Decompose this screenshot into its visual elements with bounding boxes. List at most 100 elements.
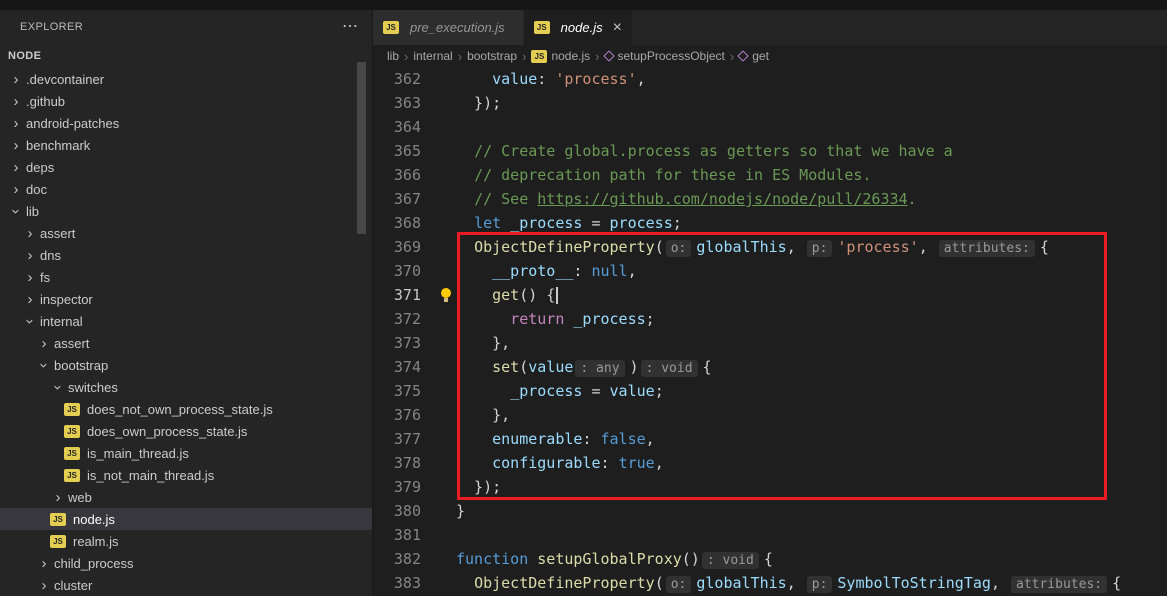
tree-item-inspector[interactable]: ›inspector <box>0 288 372 310</box>
tree-item-does_own_process_state.js[interactable]: JSdoes_own_process_state.js <box>0 420 372 442</box>
code-token: = <box>582 214 609 232</box>
more-actions-icon[interactable]: ⋯ <box>342 22 358 32</box>
tree-item-internal[interactable]: ›internal <box>0 310 372 332</box>
tab-pre_execution.js[interactable]: JSpre_execution.js <box>373 10 523 45</box>
code-line-text[interactable]: ObjectDefineProperty(o:globalThis, p:Sym… <box>456 571 1121 595</box>
tree-item-is_not_main_thread.js[interactable]: JSis_not_main_thread.js <box>0 464 372 486</box>
tab-node.js[interactable]: JSnode.js× <box>524 10 632 45</box>
tree-item-node.js[interactable]: JSnode.js <box>0 508 372 530</box>
code-line-text[interactable]: // deprecation path for these in ES Modu… <box>456 163 871 187</box>
tree-item-label: bootstrap <box>54 358 108 373</box>
breadcrumb-item-get[interactable]: get <box>739 49 769 63</box>
code-line-text[interactable]: configurable: true, <box>456 451 664 475</box>
code-token: . <box>908 190 917 208</box>
code-line-text[interactable]: }, <box>456 331 510 355</box>
tree-item-doc[interactable]: ›doc <box>0 178 372 200</box>
breadcrumb-item-node.js[interactable]: JSnode.js <box>531 49 590 63</box>
code-line-text[interactable]: function setupGlobalProxy(): void{ <box>456 547 773 571</box>
tree-item-deps[interactable]: ›deps <box>0 156 372 178</box>
tree-item-assert[interactable]: ›assert <box>0 222 372 244</box>
code-token: let <box>474 214 501 232</box>
code-token: // See <box>474 190 537 208</box>
code-token: , <box>919 238 937 256</box>
code-line-text[interactable]: set(value: any): void{ <box>456 355 712 379</box>
code-line-text[interactable]: ObjectDefineProperty(o:globalThis, p:'pr… <box>456 235 1049 259</box>
code-line-text[interactable]: // See https://github.com/nodejs/node/pu… <box>456 187 917 211</box>
code-token <box>456 358 492 376</box>
tree-item-switches[interactable]: ›switches <box>0 376 372 398</box>
glyph-margin <box>421 187 456 211</box>
sidebar-scrollbar[interactable] <box>357 62 366 234</box>
lightbulb-icon[interactable] <box>440 288 452 302</box>
code-line-text[interactable]: value: 'process', <box>456 67 646 91</box>
chevron-right-icon: › <box>730 49 734 64</box>
code-line-text[interactable]: }, <box>456 403 510 427</box>
code-token <box>456 238 474 256</box>
line-number: 378 <box>373 451 421 475</box>
tree-item-realm.js[interactable]: JS realm.js <box>0 530 372 552</box>
tree-item-.github[interactable]: ›.github <box>0 90 372 112</box>
code-line: 367 // See https://github.com/nodejs/nod… <box>373 187 1167 211</box>
breadcrumb-item-bootstrap[interactable]: bootstrap <box>467 49 517 63</box>
line-number: 362 <box>373 67 421 91</box>
code-token <box>456 166 474 184</box>
close-icon[interactable]: × <box>613 21 622 35</box>
code-token <box>456 574 474 592</box>
line-number: 377 <box>373 427 421 451</box>
code-line-text[interactable]: }); <box>456 475 501 499</box>
chevron-right-icon: › <box>404 49 408 64</box>
code-line: 362 value: 'process', <box>373 67 1167 91</box>
tree-item-cluster[interactable]: ›cluster <box>0 574 372 596</box>
code-token: , <box>646 430 655 448</box>
line-number: 374 <box>373 355 421 379</box>
tree-item-child_process[interactable]: ›child_process <box>0 552 372 574</box>
glyph-margin <box>421 91 456 115</box>
glyph-margin <box>421 427 456 451</box>
tree-item-label: child_process <box>54 556 134 571</box>
code-line-text[interactable]: _process = value; <box>456 379 664 403</box>
link-text[interactable]: https://github.com/nodejs/node/pull/2633… <box>537 190 907 208</box>
tree-item-label: does_own_process_state.js <box>87 424 247 439</box>
code-line-text[interactable]: return _process; <box>456 307 655 331</box>
code-token: ; <box>646 310 655 328</box>
code-line-text[interactable]: } <box>456 499 465 523</box>
code-area[interactable]: 362 value: 'process',363 });364365 // Cr… <box>373 67 1167 596</box>
chevron-right-icon: › <box>458 49 462 64</box>
code-line: 372 return _process; <box>373 307 1167 331</box>
tree-item-.devcontainer[interactable]: ›.devcontainer <box>0 68 372 90</box>
chevron-right-icon: › <box>22 247 38 264</box>
tree-item-label: realm.js <box>73 534 119 549</box>
tree-item-is_main_thread.js[interactable]: JSis_main_thread.js <box>0 442 372 464</box>
js-file-icon: JS <box>50 535 66 548</box>
tree-item-does_not_own_process_state.js[interactable]: JSdoes_not_own_process_state.js <box>0 398 372 420</box>
js-file-icon: JS <box>531 50 547 63</box>
code-line-text[interactable]: let _process = process; <box>456 211 682 235</box>
tree-item-dns[interactable]: ›dns <box>0 244 372 266</box>
tree-item-lib[interactable]: ›lib <box>0 200 372 222</box>
code-token: }); <box>456 94 501 112</box>
glyph-margin <box>421 211 456 235</box>
breadcrumb-item-internal[interactable]: internal <box>413 49 452 63</box>
breadcrumb-item-lib[interactable]: lib <box>387 49 399 63</box>
tree-item-android-patches[interactable]: ›android-patches <box>0 112 372 134</box>
code-line-text[interactable]: get() { <box>456 283 558 307</box>
code-line-text[interactable]: }); <box>456 91 501 115</box>
tree-item-benchmark[interactable]: ›benchmark <box>0 134 372 156</box>
glyph-margin <box>421 379 456 403</box>
code-token: { <box>764 550 773 568</box>
chevron-right-icon: › <box>22 291 38 308</box>
tree-item-bootstrap[interactable]: ›bootstrap <box>0 354 372 376</box>
code-token: : <box>582 430 600 448</box>
inlay-hint: p: <box>807 240 833 257</box>
code-line-text[interactable]: enumerable: false, <box>456 427 655 451</box>
tree-item-fs[interactable]: ›fs <box>0 266 372 288</box>
section-header-node[interactable]: NODE <box>0 44 372 68</box>
code-line-text[interactable]: __proto__: null, <box>456 259 637 283</box>
breadcrumb-item-setupProcessObject[interactable]: setupProcessObject <box>605 49 725 63</box>
code-token: } <box>456 502 465 520</box>
chevron-right-icon: › <box>36 555 52 572</box>
tree-item-web[interactable]: ›web <box>0 486 372 508</box>
tree-item-assert[interactable]: ›assert <box>0 332 372 354</box>
code-line-text[interactable]: // Create global.process as getters so t… <box>456 139 953 163</box>
line-number: 379 <box>373 475 421 499</box>
